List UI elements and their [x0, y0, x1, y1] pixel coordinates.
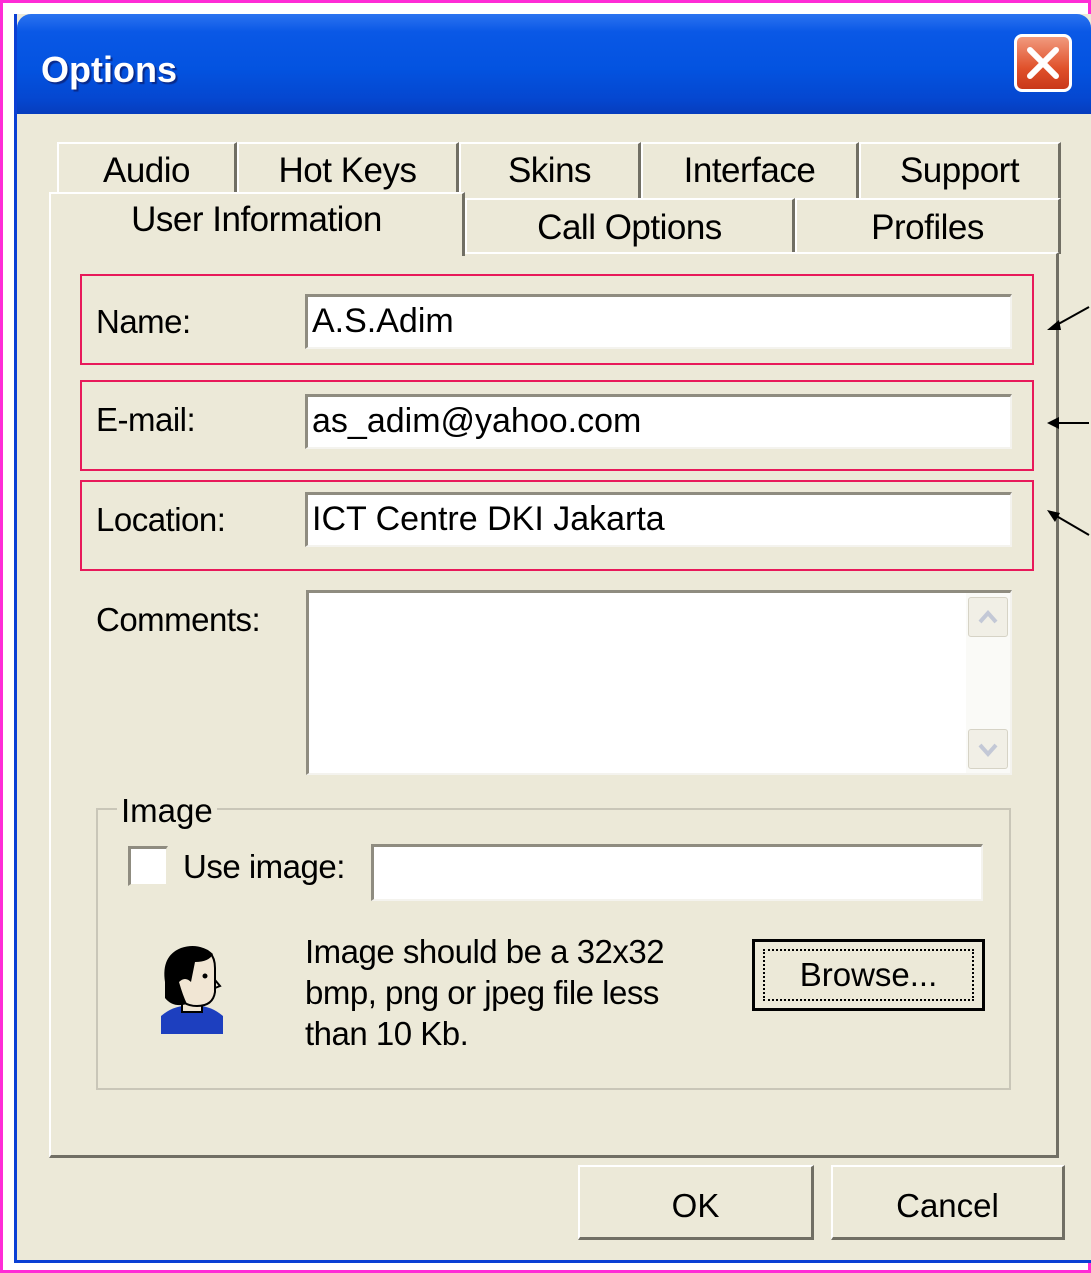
tab-user-information[interactable]: User Information — [49, 192, 465, 256]
comments-label: Comments: — [96, 601, 261, 638]
user-avatar-icon — [161, 946, 223, 1034]
location-input[interactable]: ICT Centre DKI Jakarta — [305, 492, 1012, 547]
email-arrow-icon — [1047, 417, 1089, 429]
chevron-up-icon — [978, 609, 998, 624]
use-image-checkbox[interactable] — [128, 846, 168, 886]
email-input[interactable]: as_adim@yahoo.com — [305, 394, 1012, 449]
tab-user-information-label: User Information — [131, 200, 382, 239]
name-label: Name: — [96, 303, 191, 340]
location-label: Location: — [96, 501, 226, 538]
tab-call-options-label: Call Options — [537, 208, 722, 247]
tab-hot-keys-label: Hot Keys — [278, 151, 418, 190]
ok-button[interactable]: OK — [578, 1165, 814, 1240]
window-title: Options — [41, 49, 177, 90]
tab-skins-label: Skins — [507, 151, 592, 190]
scroll-down-button[interactable] — [968, 729, 1008, 769]
tab-support[interactable]: Support — [859, 142, 1061, 200]
image-info-line-2: bmp, png or jpeg file less — [305, 974, 659, 1011]
image-path-input[interactable] — [371, 844, 983, 901]
name-arrow-icon — [1047, 306, 1090, 330]
close-icon — [1027, 47, 1059, 79]
tab-support-label: Support — [899, 151, 1020, 190]
comments-scrollbar[interactable] — [966, 593, 1010, 773]
tab-profiles[interactable]: Profiles — [795, 198, 1061, 254]
location-arrow-icon — [1047, 510, 1090, 536]
image-group-title: Image — [117, 792, 217, 830]
tab-skins[interactable]: Skins — [459, 142, 641, 200]
image-info-line-3: than 10 Kb. — [305, 1015, 469, 1052]
options-dialog: Options Audio Hot Keys Skins Interface S… — [14, 14, 1091, 1263]
tab-audio-label: Audio — [102, 151, 191, 190]
image-info-text: Image should be a 32x32 bmp, png or jpeg… — [305, 931, 665, 1054]
scroll-up-button[interactable] — [968, 597, 1008, 637]
tab-call-options[interactable]: Call Options — [465, 198, 795, 254]
comments-textarea[interactable] — [306, 590, 1012, 775]
title-bar[interactable]: Options — [17, 14, 1091, 114]
browse-button-label: Browse... — [799, 956, 938, 993]
use-image-label[interactable]: Use image: — [183, 848, 345, 886]
email-label: E-mail: — [96, 401, 196, 438]
tab-interface-label: Interface — [683, 151, 816, 190]
browse-button[interactable]: Browse... — [752, 939, 985, 1011]
tab-interface[interactable]: Interface — [641, 142, 859, 200]
chevron-down-icon — [978, 743, 998, 758]
image-info-line-1: Image should be a 32x32 — [305, 933, 665, 970]
tab-profiles-label: Profiles — [871, 208, 984, 247]
name-input[interactable]: A.S.Adim — [305, 294, 1012, 349]
ok-button-label: OK — [671, 1187, 720, 1224]
cancel-button[interactable]: Cancel — [831, 1165, 1065, 1240]
cancel-button-label: Cancel — [896, 1187, 999, 1224]
close-button[interactable] — [1014, 34, 1072, 92]
